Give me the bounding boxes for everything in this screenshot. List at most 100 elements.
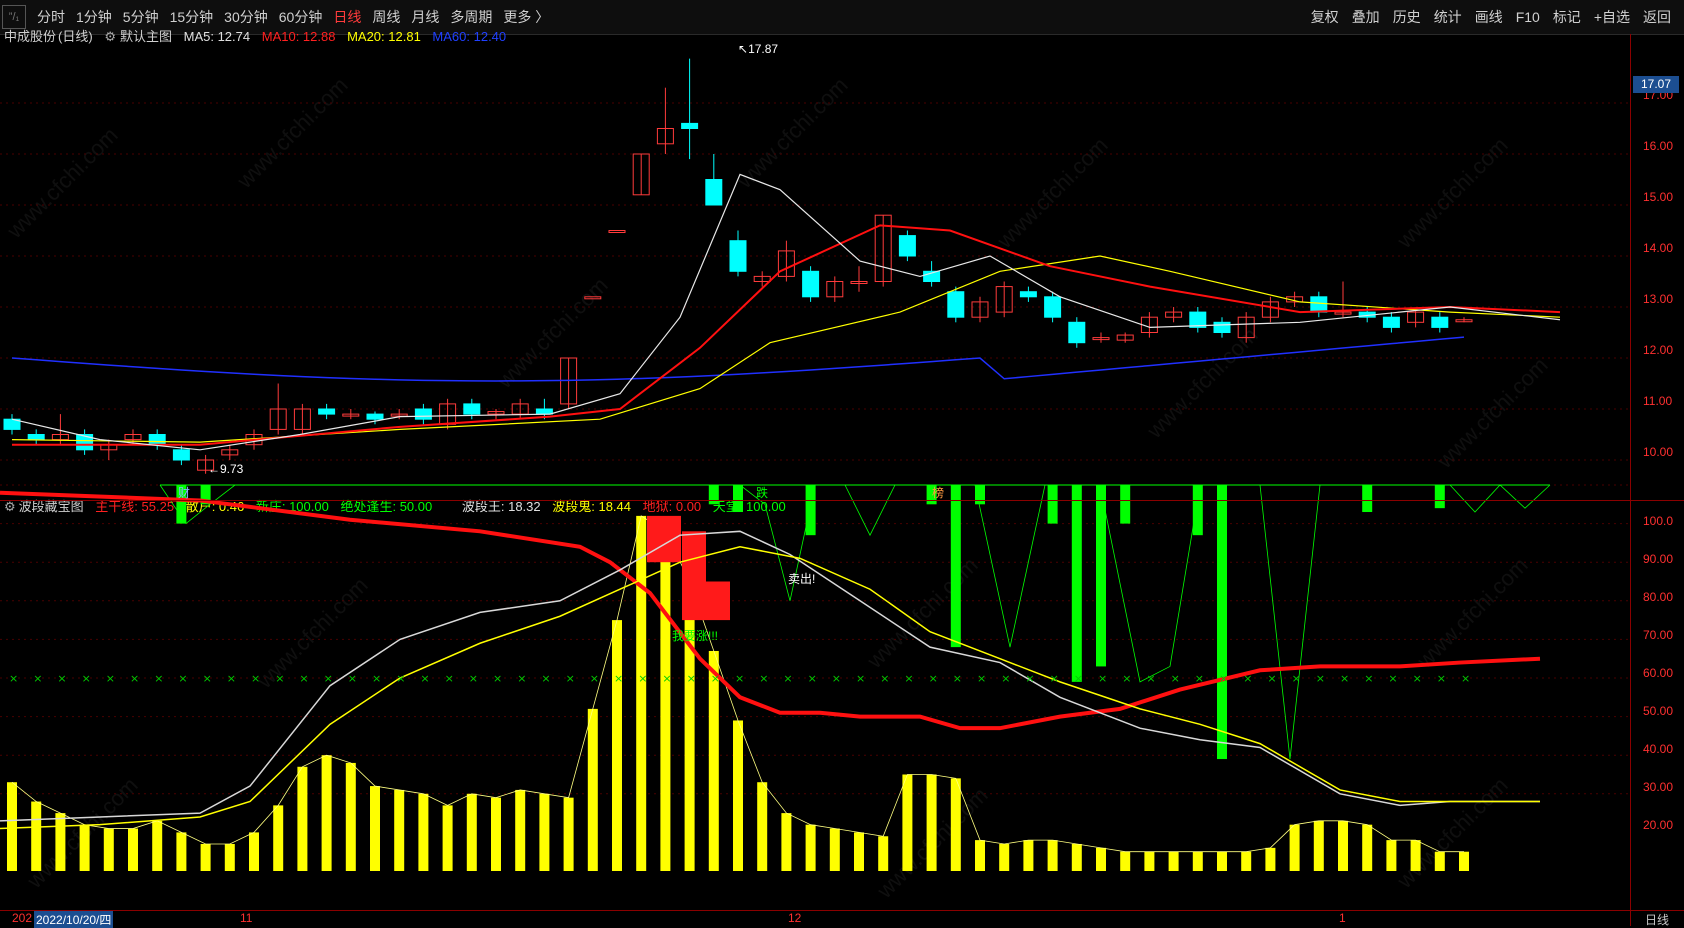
x-marker: × — [106, 672, 115, 685]
rank-marker[interactable]: 榜 — [932, 484, 944, 501]
indicator-bar — [55, 813, 66, 871]
indicator-bar — [636, 515, 647, 871]
tab-1min[interactable]: 1分钟 — [76, 7, 112, 27]
x-marker: × — [1316, 672, 1325, 685]
green-bar — [975, 485, 985, 505]
candle-body — [366, 413, 384, 420]
drop-marker[interactable]: 跌 — [756, 484, 768, 501]
candle-body — [681, 122, 699, 130]
indicator-tick: 20.00 — [1643, 818, 1674, 832]
indicator-bar — [1192, 851, 1203, 871]
x-marker: × — [1243, 672, 1252, 685]
tab-60min[interactable]: 60分钟 — [279, 7, 323, 27]
indicator-bar — [418, 793, 429, 871]
indicator-bar — [926, 774, 937, 871]
indicator-bar — [587, 708, 598, 871]
x-marker: × — [1001, 672, 1010, 685]
tab-weekly[interactable]: 周线 — [372, 7, 400, 27]
x-marker: × — [1171, 672, 1180, 685]
x-marker: × — [856, 672, 865, 685]
candle-body — [1213, 321, 1231, 333]
green-bar — [708, 485, 719, 505]
price-tick: 15.00 — [1643, 190, 1674, 204]
x-marker: × — [1219, 672, 1228, 685]
period-indicator: 日线 — [1645, 913, 1670, 927]
date-label: 202 — [12, 911, 33, 925]
tab-15min[interactable]: 15分钟 — [170, 7, 214, 27]
indicator-bar — [781, 813, 792, 871]
indicator-tick: 50.00 — [1643, 704, 1674, 718]
indicator-bar — [1313, 820, 1324, 871]
indicator-bar — [176, 832, 187, 871]
x-marker: × — [735, 672, 744, 685]
indicator-bar — [1120, 851, 1131, 871]
x-marker: × — [1388, 672, 1397, 685]
x-marker: × — [82, 672, 91, 685]
x-marker: × — [759, 672, 768, 685]
candle-body — [1068, 321, 1086, 344]
green-bar — [1071, 485, 1082, 682]
x-marker: × — [299, 672, 308, 685]
indicator-bar — [1386, 840, 1397, 871]
x-marker: × — [590, 672, 599, 685]
tab-multi-period[interactable]: 多周期 — [450, 7, 492, 27]
x-marker: × — [420, 672, 429, 685]
indicator-bar — [1047, 840, 1058, 871]
indicator-bar — [1410, 840, 1421, 871]
indicator-bar — [1168, 851, 1179, 871]
history-button[interactable]: 历史 — [1393, 7, 1421, 27]
f10-button[interactable]: F10 — [1516, 9, 1540, 25]
candle-body — [172, 449, 190, 461]
x-marker: × — [541, 672, 550, 685]
candle-body — [318, 408, 336, 415]
x-marker: × — [687, 672, 696, 685]
price-tick: 11.00 — [1643, 394, 1673, 408]
draw-button[interactable]: 画线 — [1475, 7, 1503, 27]
finance-marker[interactable]: 财 — [178, 484, 190, 501]
price-tick: 12.00 — [1643, 343, 1674, 357]
indicator-bar — [1023, 840, 1034, 871]
x-marker: × — [324, 672, 333, 685]
indicator-bar — [491, 797, 501, 871]
indicator-tick: 70.00 — [1643, 628, 1674, 642]
x-marker: × — [203, 672, 212, 685]
indicator-bar — [975, 840, 985, 871]
candle-body — [705, 179, 723, 206]
tool-buttons: 复权 叠加 历史 统计 画线 F10 标记 +自选 返回 — [1311, 0, 1684, 34]
fuquan-button[interactable]: 复权 — [1311, 7, 1339, 27]
indicator-bar — [152, 820, 163, 871]
indicator-bar — [7, 782, 17, 871]
tab-30min[interactable]: 30分钟 — [224, 7, 268, 27]
overlay-button[interactable]: 叠加 — [1352, 7, 1380, 27]
tab-monthly[interactable]: 月线 — [411, 7, 439, 27]
tab-fenshi[interactable]: 分时 — [37, 7, 65, 27]
x-marker: × — [1074, 672, 1083, 685]
selected-date[interactable]: 2022/10/20/四 — [34, 911, 114, 928]
indicator-bar — [950, 778, 961, 871]
green-bar — [1047, 485, 1058, 524]
x-marker: × — [1437, 672, 1446, 685]
high-price-label: ↖17.87 — [738, 42, 779, 56]
chart-canvas[interactable]: × × × × × × × × × × × × × × × × × × × × × × × × × × × × × × × × × × × × × × × ×… — [0, 34, 1630, 910]
price-tick: 16.00 — [1643, 139, 1674, 153]
stats-button[interactable]: 统计 — [1434, 7, 1462, 27]
add-watchlist-button[interactable]: +自选 — [1594, 7, 1630, 27]
tab-5min[interactable]: 5分钟 — [123, 7, 159, 27]
indicator-bar — [1362, 824, 1373, 871]
candle-body — [898, 235, 916, 257]
tab-more[interactable]: 更多 〉 — [503, 7, 549, 27]
x-marker: × — [517, 672, 526, 685]
x-marker: × — [154, 672, 163, 685]
x-marker: × — [662, 672, 671, 685]
x-marker: × — [904, 672, 913, 685]
x-marker: × — [1146, 672, 1155, 685]
main-trunk-line — [0, 490, 1541, 731]
tab-daily[interactable]: 日线 — [333, 7, 361, 27]
indicator-bar — [612, 620, 622, 871]
indicator-bar — [660, 531, 671, 871]
x-marker: × — [1025, 672, 1034, 685]
mark-button[interactable]: 标记 — [1553, 7, 1581, 27]
indicator-bar — [878, 836, 889, 871]
indicator-bar — [684, 581, 695, 871]
back-button[interactable]: 返回 — [1643, 7, 1671, 27]
